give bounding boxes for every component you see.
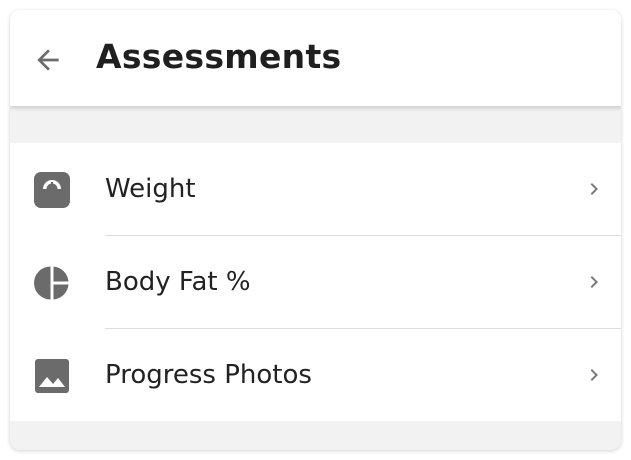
- pie-chart-icon: [34, 266, 69, 300]
- page-title: Assessments: [96, 37, 342, 76]
- list-item-progress-photos[interactable]: Progress Photos: [10, 329, 621, 422]
- scale-icon: [34, 172, 70, 208]
- list-item-label: Weight: [105, 174, 196, 204]
- image-icon: [35, 359, 69, 393]
- list-item-weight[interactable]: Weight: [10, 143, 621, 236]
- chevron-right-icon: [590, 276, 598, 288]
- app-bar: Assessments: [10, 10, 621, 106]
- arrow-left-icon: [37, 49, 59, 71]
- chevron-right-icon: [590, 369, 598, 381]
- back-button[interactable]: [28, 40, 68, 80]
- assessments-screen: Assessments Weight Body Fat % Progress P…: [10, 10, 621, 450]
- list-item-label: Body Fat %: [105, 267, 251, 297]
- list-item-body-fat[interactable]: Body Fat %: [10, 236, 621, 329]
- assessment-list: Weight Body Fat % Progress Photos: [10, 143, 621, 421]
- chevron-right-icon: [590, 183, 598, 195]
- list-item-label: Progress Photos: [105, 360, 312, 390]
